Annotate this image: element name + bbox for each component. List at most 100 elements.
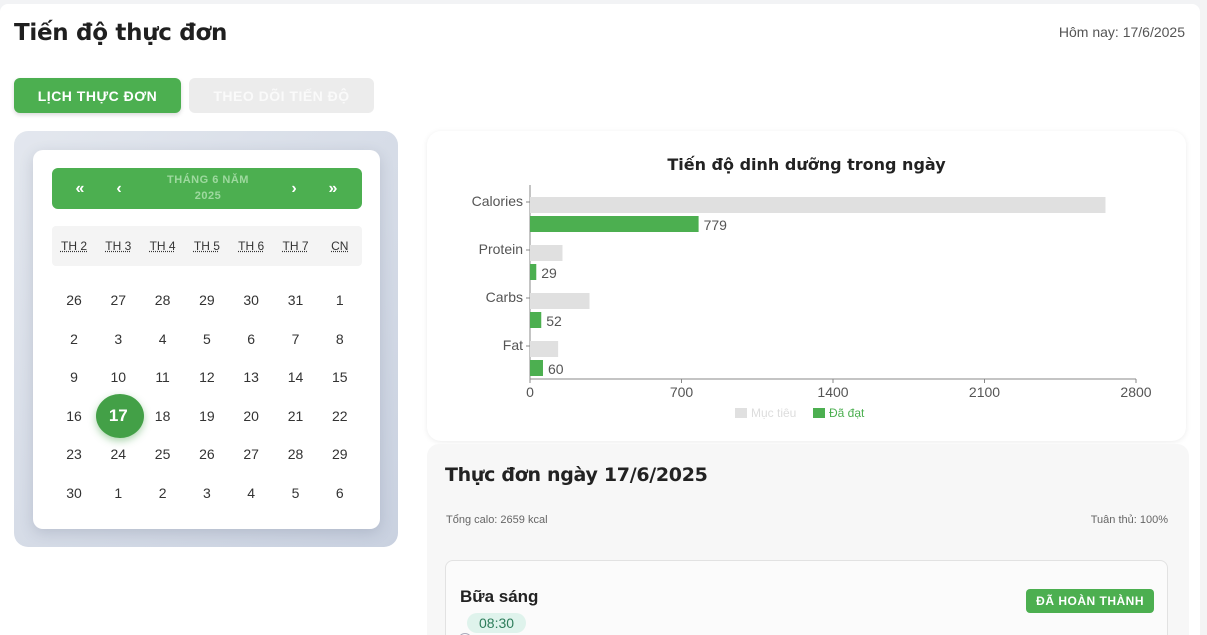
calendar-day-number: 28 [287, 446, 304, 462]
calendar-day-number: 17 [108, 405, 128, 425]
calendar-day-selected[interactable]: 17 [96, 393, 145, 438]
data-label: 29 [541, 265, 557, 281]
next-year-button[interactable]: » [318, 168, 348, 209]
calendar-day-number: 16 [66, 407, 82, 424]
calendar-day[interactable]: 4 [141, 320, 185, 358]
calendar-day[interactable]: 4 [229, 474, 273, 512]
calendar-day-number: 6 [247, 330, 256, 347]
page-scrollbar[interactable] [1200, 0, 1207, 635]
total-calories: Tổng calo: 2659 kcal [446, 514, 548, 526]
calendar-day-number: 25 [154, 446, 171, 462]
calendar-day[interactable]: 28 [274, 435, 318, 473]
calendar-day[interactable]: 9 [52, 358, 96, 396]
calendar-day[interactable]: 3 [96, 320, 140, 358]
calendar-day[interactable]: 13 [229, 358, 273, 396]
calendar-day[interactable]: 10 [96, 358, 140, 396]
calendar-day[interactable]: 3 [185, 474, 229, 512]
calendar-day-number: 23 [66, 446, 82, 462]
prev-month-button[interactable]: ‹ [104, 168, 134, 209]
weekday-label: CN [331, 239, 349, 253]
calendar-day[interactable]: 24 [96, 435, 140, 473]
next-month-button[interactable]: › [279, 168, 309, 209]
nutrition-chart-card: Tiến độ dinh dưỡng trong ngày Calories 77… [427, 131, 1186, 441]
calendar-month-name: THÁNG 6 NĂM [167, 174, 249, 186]
x-tick-label: 2800 [1120, 384, 1151, 400]
meal-name: Bữa sáng [460, 587, 539, 606]
target-bar [530, 293, 590, 309]
calendar-day-number: 5 [202, 330, 211, 347]
calendar-day[interactable]: 2 [141, 474, 185, 512]
calendar-day[interactable]: 21 [274, 397, 318, 435]
achieved-bar [530, 360, 543, 376]
calendar-day[interactable]: 23 [52, 435, 96, 473]
calendar-day-number: 6 [335, 484, 344, 501]
calendar-day-number: 21 [287, 407, 304, 424]
calendar-day[interactable]: 26 [185, 435, 229, 473]
y-tick-label: Carbs [486, 289, 523, 305]
calendar-day[interactable]: 26 [52, 281, 96, 319]
calendar-day-number: 1 [335, 292, 344, 308]
calendar-day[interactable]: 30 [52, 474, 96, 512]
page-title: Tiến độ thực đơn [14, 20, 228, 46]
calendar-day-number: 29 [332, 446, 348, 462]
calendar-day-number: 10 [110, 369, 127, 385]
calendar-day[interactable]: 31 [274, 281, 318, 319]
calendar-day-number: 4 [158, 330, 167, 347]
weekday-label: TH 3 [105, 239, 132, 253]
calendar-day[interactable]: 5 [185, 320, 229, 358]
calendar-day[interactable]: 2 [52, 320, 96, 358]
calendar-day-number: 1 [114, 484, 123, 501]
calendar-day-number: 30 [243, 292, 259, 308]
calendar-day[interactable]: 11 [141, 358, 185, 396]
calendar-day[interactable]: 12 [185, 358, 229, 396]
achieved-bar [530, 312, 542, 328]
data-label: 60 [548, 361, 564, 377]
calendar-day[interactable]: 27 [96, 281, 140, 319]
x-tick-label: 1400 [817, 384, 848, 400]
calendar-day[interactable]: 5 [274, 474, 318, 512]
calendar-day[interactable]: 8 [318, 320, 362, 358]
calendar-day[interactable]: 6 [229, 320, 273, 358]
calendar-day[interactable]: 20 [229, 397, 273, 435]
calendar-day[interactable]: 15 [318, 358, 362, 396]
calendar-day-number: 12 [199, 369, 215, 385]
calendar-day[interactable]: 6 [318, 474, 362, 512]
meal-card-breakfast[interactable]: Bữa sáng 08:30 ĐÃ HOÀN THÀNH [445, 560, 1168, 635]
calendar-day-number: 27 [110, 292, 127, 308]
calendar-day[interactable]: 1 [318, 281, 362, 319]
calendar-day[interactable]: 19 [185, 397, 229, 435]
calendar-day[interactable]: 14 [274, 358, 318, 396]
y-tick-label: Fat [503, 337, 523, 353]
calendar-day[interactable]: 27 [229, 435, 273, 473]
calendar-day[interactable]: 22 [318, 397, 362, 435]
calendar-day[interactable]: 1 [96, 474, 140, 512]
calendar-month-label[interactable]: THÁNG 6 NĂM 2025 [156, 172, 260, 204]
calendar-day-number: 4 [247, 484, 256, 501]
target-bar [530, 245, 563, 261]
calendar-day-number: 9 [70, 369, 78, 385]
calendar-day[interactable]: 25 [141, 435, 185, 473]
tab-progress-tracking[interactable]: THEO DÕI TIẾN ĐỘ [189, 78, 374, 113]
calendar-panel: « ‹ THÁNG 6 NĂM 2025 › » TH 2 TH 3 TH 4 TH … [14, 131, 398, 547]
page: Tiến độ thực đơn Hôm nay: 17/6/2025 LỊCH… [0, 4, 1200, 635]
meal-status-badge: ĐÃ HOÀN THÀNH [1026, 589, 1154, 613]
tab-menu-calendar[interactable]: LỊCH THỰC ĐƠN [14, 78, 181, 113]
y-tick-label: Protein [479, 241, 523, 257]
calendar-day-number: 20 [243, 407, 259, 424]
calendar-day-number: 26 [199, 446, 215, 462]
prev-year-button[interactable]: « [65, 168, 95, 209]
weekday-label: TH 6 [238, 239, 265, 253]
calendar-day[interactable]: 30 [229, 281, 273, 319]
calendar: « ‹ THÁNG 6 NĂM 2025 › » TH 2 TH 3 TH 4 TH … [33, 150, 380, 529]
data-label: 779 [704, 217, 728, 233]
calendar-day[interactable]: 29 [318, 435, 362, 473]
calendar-day[interactable]: 29 [185, 281, 229, 319]
calendar-year: 2025 [194, 190, 222, 202]
calendar-day[interactable]: 28 [141, 281, 185, 319]
calendar-day[interactable]: 16 [52, 397, 96, 435]
legend-swatch-achieved [813, 408, 825, 418]
calendar-day[interactable]: 18 [141, 397, 185, 435]
calendar-day-number: 31 [287, 292, 304, 308]
calendar-day-number: 11 [155, 369, 170, 385]
calendar-day[interactable]: 7 [274, 320, 318, 358]
